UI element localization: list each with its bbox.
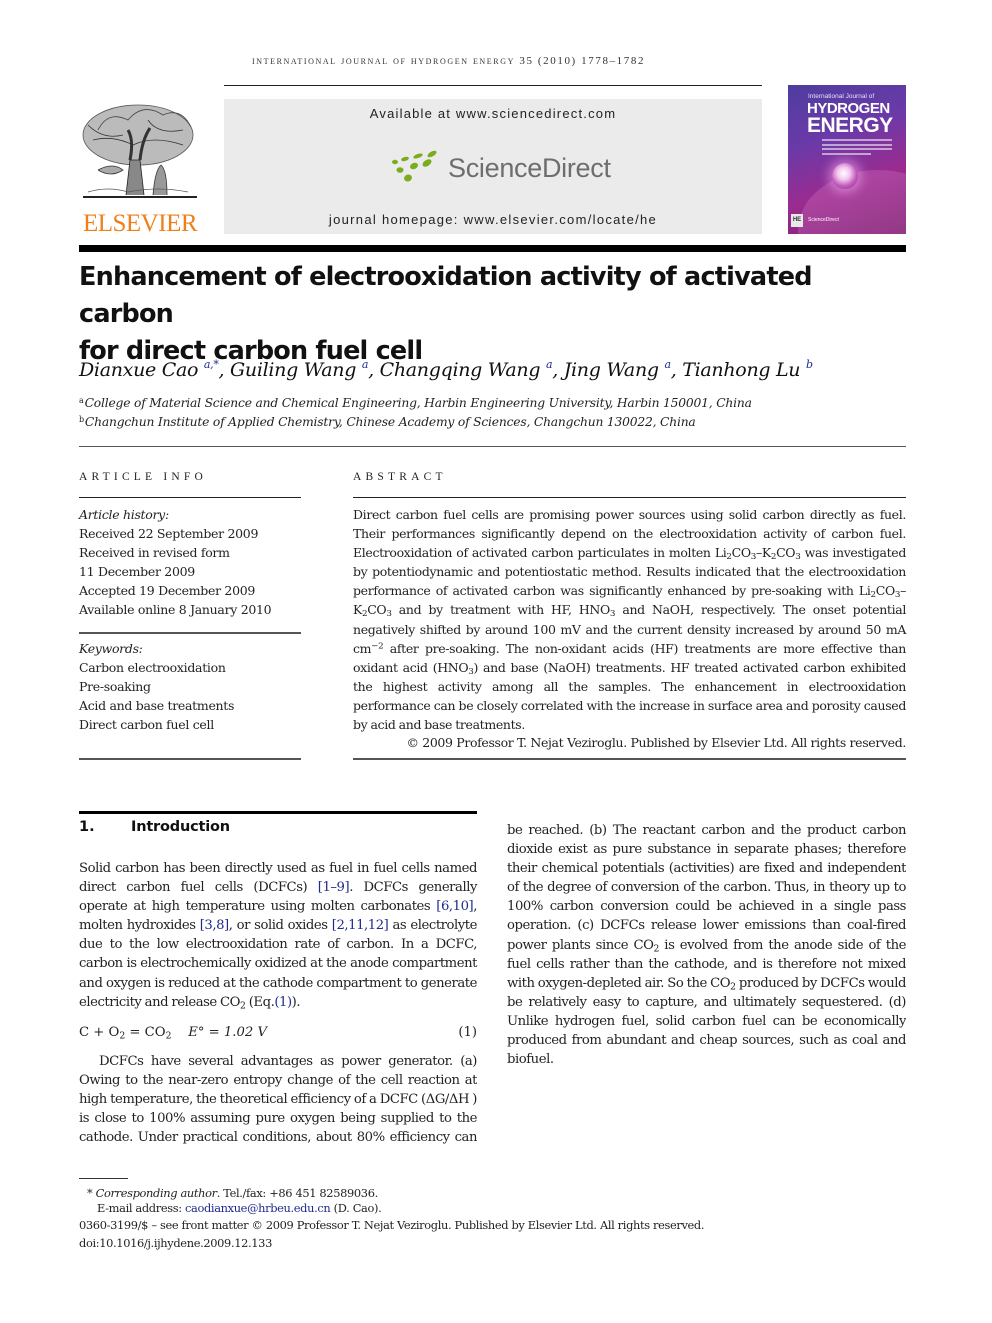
citation-link[interactable]: [1–9] (318, 880, 350, 895)
keyword-item: Direct carbon fuel cell (79, 717, 214, 733)
author[interactable]: Dianxue Cao a,* (79, 358, 219, 381)
keyword-item: Pre-soaking (79, 679, 151, 695)
history-item: Available online 8 January 2010 (79, 602, 272, 618)
equation-link[interactable]: (1) (274, 995, 292, 1010)
abstract-rule (353, 497, 906, 498)
author-list: Dianxue Cao a,*, Guiling Wang a, Changqi… (79, 358, 813, 381)
citation-link[interactable]: [3,8] (200, 918, 229, 933)
intro-paragraph-3: Of the various types of DCFCs, the most … (507, 1069, 906, 1071)
citation-link[interactable]: [6,10] (436, 899, 473, 914)
keyword-item: Carbon electrooxidation (79, 660, 226, 676)
history-item: 11 December 2009 (79, 564, 195, 580)
keyword-item: Acid and base treatments (79, 698, 235, 714)
intro-paragraph-1: Solid carbon has been directly used as f… (79, 861, 478, 1011)
cover-journal-line3: ENERGY (807, 114, 893, 137)
article-info-end-rule (79, 758, 301, 760)
article-history: Article history: Received 22 September 2… (79, 505, 309, 620)
history-item: Accepted 19 December 2009 (79, 583, 256, 599)
keywords-label: Keywords: (79, 641, 143, 656)
section-title: Introduction (131, 819, 230, 835)
citation-link[interactable]: [2,11,12] (332, 918, 389, 933)
sciencedirect-dots-icon (392, 150, 437, 182)
intro-paragraph-2-part1: DCFCs have several advantages as power g… (79, 1054, 477, 1146)
abstract-end-rule (353, 758, 906, 760)
intro-paragraph-2-part2: DCFCs have several advantages as power g… (507, 821, 906, 1071)
article-info-heading: ARTICLE INFO (79, 471, 207, 483)
tree-icon (82, 104, 197, 198)
elsevier-wordmark: ELSEVIER (82, 210, 198, 237)
affiliation-a: aCollege of Material Science and Chemica… (79, 396, 752, 410)
left-column-rule (79, 811, 477, 814)
journal-homepage-link[interactable]: journal homepage: www.elsevier.com/locat… (224, 212, 762, 227)
article-title: Enhancement of electrooxidation activity… (79, 259, 909, 370)
sciencedirect-wordmark: ScienceDirect (448, 152, 611, 183)
keywords: Keywords: Carbon electrooxidation Pre-so… (79, 639, 309, 734)
affiliation-b: bChangchun Institute of Applied Chemistr… (79, 415, 696, 429)
email-note: E-mail address: caodianxue@hrbeu.edu.cn … (97, 1201, 382, 1215)
cover-journal-line1: International Journal of (808, 93, 875, 100)
section-divider (79, 446, 906, 447)
article-info-rule (79, 497, 301, 498)
equation-number: (1) (458, 1025, 477, 1040)
header-rule (224, 85, 762, 86)
article-history-label: Article history: (79, 507, 169, 522)
abstract-text: Direct carbon fuel cells are promising p… (353, 507, 907, 733)
cover-badge: HE (791, 214, 803, 227)
section-number: 1. (79, 819, 95, 835)
title-line-1: Enhancement of electrooxidation activity… (79, 262, 812, 329)
abstract-copyright: © 2009 Professor T. Nejat Veziroglu. Pub… (406, 735, 906, 750)
author[interactable]: Jing Wang a (564, 358, 671, 381)
author[interactable]: Tianhong Lu b (682, 358, 813, 381)
doi-link[interactable]: doi:10.1016/j.ijhydene.2009.12.133 (79, 1236, 859, 1251)
sciencedirect-logo[interactable]: ScienceDirect (390, 148, 611, 188)
history-item: Received in revised form (79, 545, 230, 561)
history-item: Received 22 September 2009 (79, 526, 259, 542)
author[interactable]: Changqing Wang a (380, 358, 553, 381)
cover-editor-lines (822, 139, 892, 157)
journal-cover-image: International Journal of HYDROGEN ENERGY… (788, 85, 906, 234)
cover-sciencedirect: ScienceDirect (808, 217, 839, 223)
available-at-text[interactable]: Available at www.sciencedirect.com (224, 106, 762, 121)
corresponding-author-note: * Corresponding author. Tel./fax: +86 45… (87, 1186, 378, 1200)
abstract-heading: ABSTRACT (353, 471, 447, 483)
footnote-rule (79, 1178, 128, 1179)
author[interactable]: Guiling Wang a (230, 358, 368, 381)
email-link[interactable]: caodianxue@hrbeu.edu.cn (185, 1201, 331, 1215)
running-head: international journal of hydrogen energy… (252, 55, 646, 67)
keywords-rule (79, 632, 301, 634)
equation-1: C + O2 = CO2 E° = 1.02 V (1) (79, 1025, 477, 1042)
cover-orb-graphic (832, 163, 858, 189)
front-matter-note: 0360-3199/$ – see front matter © 2009 Pr… (79, 1218, 705, 1232)
masthead-rule (79, 245, 906, 252)
